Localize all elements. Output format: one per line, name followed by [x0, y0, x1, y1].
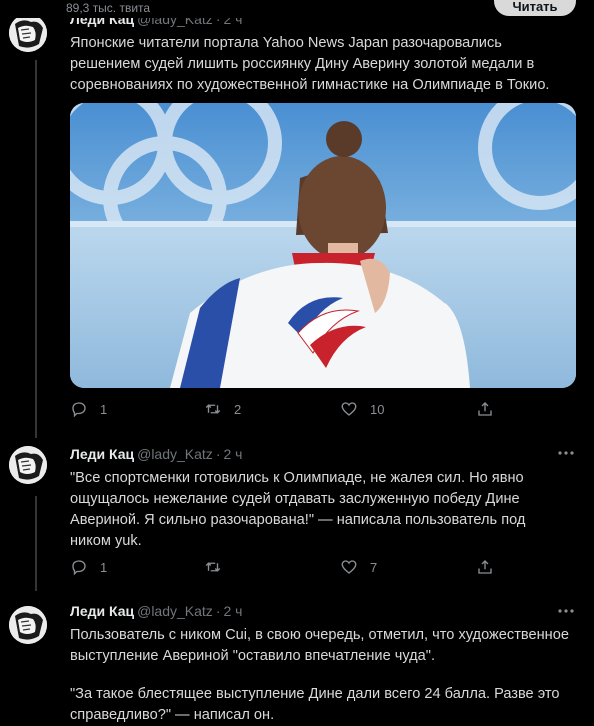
reply-button[interactable]: 1: [70, 400, 107, 418]
avatar[interactable]: [9, 14, 47, 52]
tweet[interactable]: Леди Кац @lady_Katz · 2 ч Японские читатели…: [0, 0, 594, 432]
tweet-text: Японские читатели портала Yahoo News Jap…: [70, 33, 570, 96]
like-button[interactable]: 10: [340, 400, 384, 418]
tweet-count: 89,3 тыс. твита: [66, 1, 151, 15]
avatar[interactable]: [9, 446, 47, 484]
tweet-actions: 1 7: [70, 558, 510, 580]
author-handle[interactable]: @lady_Katz: [137, 446, 213, 462]
follow-button-label: Читать: [512, 0, 558, 14]
like-count: 10: [370, 401, 385, 417]
retweet-icon: [205, 562, 221, 572]
like-count: 7: [370, 559, 378, 575]
more-button[interactable]: [556, 604, 576, 618]
author-name[interactable]: Леди Кац: [70, 446, 134, 462]
reply-count: 1: [100, 559, 108, 575]
tweet-paragraph: Пользователь с ником Cui, в свою очередь…: [70, 627, 569, 664]
tweet[interactable]: Леди Кац @lady_Katz · 2 ч Пользователь с ни…: [0, 592, 594, 724]
reply-icon: [72, 560, 86, 576]
tweet-time[interactable]: 2 ч: [223, 603, 242, 619]
profile-header-bar: 89,3 тыс. твита Читать: [0, 0, 594, 18]
more-button[interactable]: [556, 446, 576, 460]
avatar[interactable]: [9, 606, 47, 644]
author-handle[interactable]: @lady_Katz: [137, 603, 213, 619]
retweet-count: 2: [234, 401, 242, 417]
share-icon: [478, 402, 492, 416]
tweet-time[interactable]: 2 ч: [223, 446, 242, 462]
share-button[interactable]: [476, 558, 494, 576]
heart-icon: [341, 402, 357, 416]
more-icon: [558, 451, 574, 455]
heart-icon: [341, 560, 357, 574]
share-button[interactable]: [476, 400, 494, 418]
retweet-icon: [205, 404, 221, 414]
retweet-button[interactable]: 2: [204, 400, 241, 418]
follow-button[interactable]: Читать: [494, 0, 576, 16]
reply-button[interactable]: 1: [70, 558, 107, 576]
tweet-paragraph: "Все спортсменки готовились к Олимпиаде,…: [70, 470, 526, 549]
tweet-paragraph: Японские читатели портала Yahoo News Jap…: [70, 35, 550, 93]
reply-icon: [72, 402, 86, 418]
share-icon: [478, 560, 492, 574]
tweet-actions: 1 2 10: [70, 400, 510, 422]
tweet[interactable]: Леди Кац @lady_Katz · 2 ч "Все спортсменки …: [0, 432, 594, 592]
tweet-photo[interactable]: [70, 103, 576, 388]
tweet-header: Леди Кац @lady_Katz · 2 ч: [70, 603, 243, 619]
reply-count: 1: [100, 401, 108, 417]
tweet-text: "Все спортсменки готовились к Олимпиаде,…: [70, 468, 570, 552]
tweet-paragraph: "За такое блестящее выступление Дине дал…: [70, 686, 560, 723]
more-icon: [558, 609, 574, 613]
like-button[interactable]: 7: [340, 558, 377, 576]
retweet-button[interactable]: [204, 558, 234, 576]
author-name[interactable]: Леди Кац: [70, 603, 134, 619]
tweet-header: Леди Кац @lady_Katz · 2 ч: [70, 446, 243, 462]
tweet-text: Пользователь с ником Cui, в свою очередь…: [70, 625, 574, 726]
